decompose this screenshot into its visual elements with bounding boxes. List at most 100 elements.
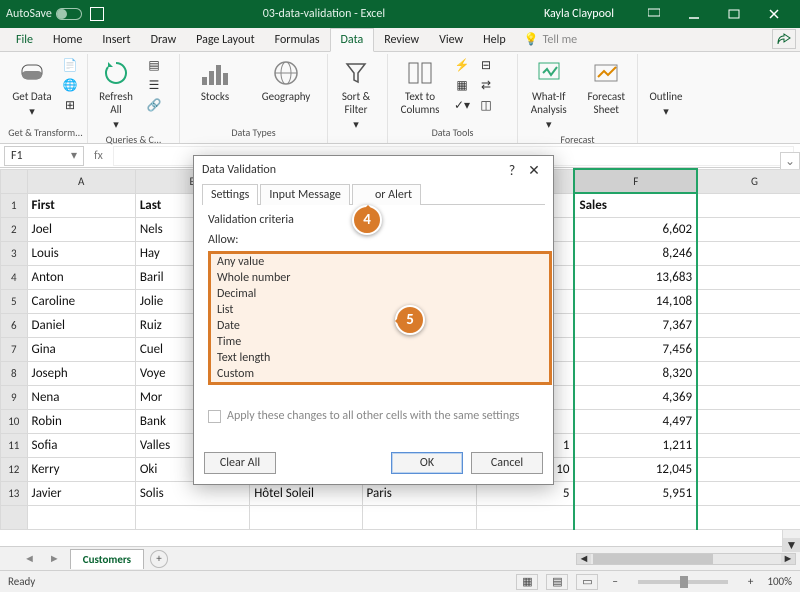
allow-option[interactable]: Decimal: [211, 286, 549, 302]
row-header[interactable]: 7: [1, 337, 28, 361]
row-header[interactable]: 3: [1, 241, 28, 265]
cell[interactable]: [697, 409, 800, 433]
row-header[interactable]: 13: [1, 481, 28, 505]
cell[interactable]: [697, 265, 800, 289]
properties-icon[interactable]: ☰: [144, 76, 164, 94]
tab-view[interactable]: View: [429, 29, 473, 51]
forecast-sheet-button[interactable]: Forecast Sheet: [580, 56, 634, 118]
sort-filter-button[interactable]: Sort & Filter▾: [332, 56, 380, 133]
dialog-titlebar[interactable]: Data Validation ? ✕: [194, 156, 553, 184]
get-data-button[interactable]: Get Data▾: [8, 56, 56, 120]
allow-option[interactable]: Text length: [211, 350, 549, 366]
cell[interactable]: Robin: [27, 409, 135, 433]
help-icon[interactable]: ?: [501, 162, 523, 179]
cell[interactable]: 6,602: [574, 217, 697, 241]
normal-view-icon[interactable]: ▦: [516, 574, 538, 590]
cell[interactable]: Javier: [27, 481, 135, 505]
cell[interactable]: 4,497: [574, 409, 697, 433]
from-table-icon[interactable]: ⊞: [60, 96, 80, 114]
zoom-in-button[interactable]: +: [742, 575, 759, 588]
close-icon[interactable]: [754, 0, 794, 28]
ribbon-options-icon[interactable]: [634, 0, 674, 28]
cell[interactable]: [362, 505, 476, 529]
tab-settings[interactable]: Settings: [202, 184, 258, 205]
clear-all-button[interactable]: Clear All: [204, 452, 276, 474]
autosave-toggle[interactable]: AutoSave: [6, 7, 82, 21]
cell[interactable]: [697, 241, 800, 265]
cell[interactable]: [697, 433, 800, 457]
cell[interactable]: Joel: [27, 217, 135, 241]
allow-option[interactable]: List: [211, 302, 549, 318]
page-layout-view-icon[interactable]: ▤: [546, 574, 568, 590]
row-header[interactable]: 12: [1, 457, 28, 481]
cell[interactable]: [135, 505, 249, 529]
tab-file[interactable]: File: [6, 29, 43, 51]
row-header[interactable]: 6: [1, 313, 28, 337]
from-text-icon[interactable]: 📄: [60, 56, 80, 74]
cell[interactable]: [697, 289, 800, 313]
row-header[interactable]: 8: [1, 361, 28, 385]
cell[interactable]: 8,246: [574, 241, 697, 265]
zoom-out-button[interactable]: −: [606, 575, 623, 588]
cell[interactable]: [697, 217, 800, 241]
allow-option[interactable]: Whole number: [211, 270, 549, 286]
name-box[interactable]: F1 ▾: [4, 146, 84, 166]
outline-button[interactable]: Outline▾: [642, 56, 690, 120]
cell[interactable]: [697, 337, 800, 361]
consolidate-icon[interactable]: ⊟: [476, 56, 496, 74]
tab-review[interactable]: Review: [374, 29, 429, 51]
tab-insert[interactable]: Insert: [92, 29, 140, 51]
data-model-icon[interactable]: ◫: [476, 96, 496, 114]
allow-option[interactable]: Custom: [211, 366, 549, 382]
save-icon[interactable]: [90, 7, 104, 21]
tab-help[interactable]: Help: [473, 29, 516, 51]
maximize-icon[interactable]: [714, 0, 754, 28]
apply-all-checkbox[interactable]: Apply these changes to all other cells w…: [208, 409, 539, 423]
allow-option[interactable]: Time: [211, 334, 549, 350]
tell-me[interactable]: 💡 Tell me: [516, 28, 585, 51]
data-validation-icon[interactable]: ✓▾: [452, 96, 472, 114]
cell[interactable]: Sales: [574, 193, 697, 217]
cell[interactable]: Kerry: [27, 457, 135, 481]
col-header-F[interactable]: F: [574, 169, 697, 193]
cell[interactable]: Louis: [27, 241, 135, 265]
tab-formulas[interactable]: Formulas: [265, 29, 330, 51]
sheet-nav-prev[interactable]: ◄: [20, 552, 39, 565]
cell[interactable]: [697, 505, 800, 529]
minimize-icon[interactable]: [674, 0, 714, 28]
cell[interactable]: [697, 193, 800, 217]
cell[interactable]: Joseph: [27, 361, 135, 385]
cell[interactable]: [697, 361, 800, 385]
tab-draw[interactable]: Draw: [141, 29, 187, 51]
cell[interactable]: Caroline: [27, 289, 135, 313]
add-sheet-button[interactable]: +: [150, 550, 168, 568]
row-header[interactable]: 1: [1, 193, 28, 217]
scroll-right-icon[interactable]: ►: [781, 554, 795, 564]
horizontal-scrollbar[interactable]: ◄ ►: [576, 553, 796, 565]
col-header-G[interactable]: G: [697, 169, 800, 193]
scroll-left-icon[interactable]: ◄: [577, 554, 591, 564]
cell[interactable]: 7,456: [574, 337, 697, 361]
select-all-corner[interactable]: [1, 169, 28, 193]
ok-button[interactable]: OK: [391, 452, 463, 474]
col-header-A[interactable]: A: [27, 169, 135, 193]
row-header[interactable]: 10: [1, 409, 28, 433]
row-header[interactable]: 11: [1, 433, 28, 457]
close-icon[interactable]: ✕: [523, 162, 545, 179]
cell[interactable]: 7,367: [574, 313, 697, 337]
cell[interactable]: 12,045: [574, 457, 697, 481]
cell[interactable]: Daniel: [27, 313, 135, 337]
tab-input-message[interactable]: Input Message: [260, 184, 350, 205]
what-if-button[interactable]: What-If Analysis▾: [522, 56, 576, 133]
sheet-nav-next[interactable]: ►: [45, 552, 64, 565]
cell[interactable]: Sofia: [27, 433, 135, 457]
cell[interactable]: [476, 505, 574, 529]
tab-home[interactable]: Home: [43, 29, 92, 51]
zoom-level[interactable]: 100%: [767, 575, 792, 588]
stocks-button[interactable]: Stocks: [184, 56, 246, 105]
queries-icon[interactable]: ▤: [144, 56, 164, 74]
relationships-icon[interactable]: ⇄: [476, 76, 496, 94]
from-web-icon[interactable]: 🌐: [60, 76, 80, 94]
row-header[interactable]: [1, 505, 28, 529]
cell[interactable]: Anton: [27, 265, 135, 289]
